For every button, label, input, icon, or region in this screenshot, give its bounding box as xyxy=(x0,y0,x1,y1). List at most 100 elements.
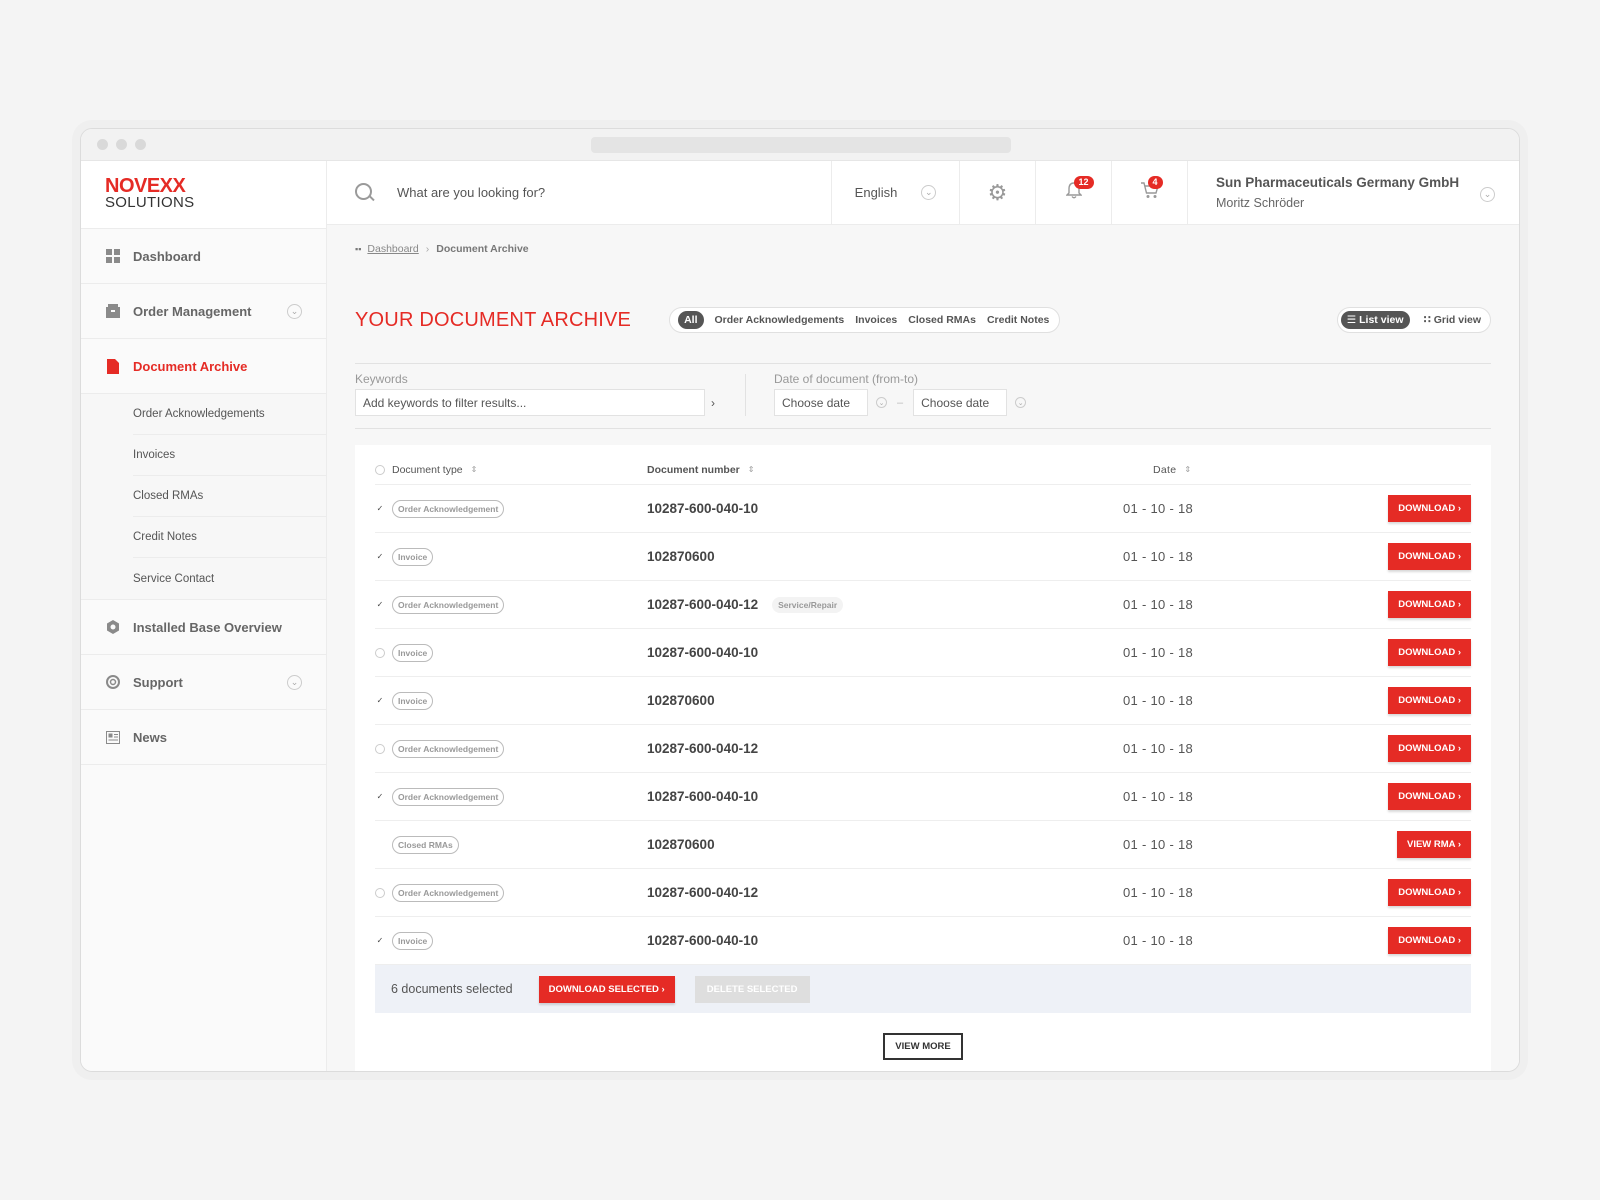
table-row: Closed RMAs 102870600 01 - 10 - 18 VIEW … xyxy=(375,821,1471,869)
novexx-logo[interactable]: NOVEXX SOLUTIONS xyxy=(81,161,326,229)
search-input[interactable] xyxy=(397,185,697,200)
chevron-down-icon[interactable]: ⌄ xyxy=(876,397,887,408)
account-menu[interactable]: Sun Pharmaceuticals Germany GmbH Moritz … xyxy=(1187,161,1519,224)
sidebar-item-dashboard[interactable]: Dashboard xyxy=(81,229,326,284)
keywords-filter: Keywords › xyxy=(355,372,715,416)
notifications-badge: 12 xyxy=(1073,175,1094,189)
column-date: Date xyxy=(1153,463,1177,476)
list-view-button[interactable]: ☰ List view xyxy=(1340,311,1410,329)
language-selector[interactable]: English ⌄ xyxy=(831,161,959,224)
download-button[interactable]: DOWNLOAD › xyxy=(1388,495,1471,522)
row-checkbox[interactable]: ✓ xyxy=(375,552,385,562)
sidebar-item-news[interactable]: News xyxy=(81,710,326,765)
list-view-label: List view xyxy=(1359,314,1404,326)
document-number: 10287-600-040-12 xyxy=(647,597,759,612)
column-document-number: Document number xyxy=(647,463,740,476)
subnav-invoices[interactable]: Invoices xyxy=(133,435,326,476)
download-button[interactable]: DOWNLOAD › xyxy=(1388,639,1471,666)
subnav-credit-notes[interactable]: Credit Notes xyxy=(133,517,326,558)
lifebuoy-icon xyxy=(105,674,121,690)
notifications-button[interactable]: 12 xyxy=(1035,161,1111,224)
search-icon[interactable] xyxy=(355,182,375,203)
date-from-input[interactable]: Choose date xyxy=(774,389,868,416)
document-type-tag: Order Acknowledgement xyxy=(392,739,505,758)
filter-closed-rmas[interactable]: Closed RMAs xyxy=(908,314,976,326)
app: NOVEXX SOLUTIONS Dashboard Order Managem… xyxy=(81,161,1519,1071)
document-number: 10287-600-040-10 xyxy=(647,933,759,948)
sidebar-item-support[interactable]: Support ⌄ xyxy=(81,655,326,710)
download-button[interactable]: DOWNLOAD › xyxy=(1388,927,1471,954)
breadcrumb-current: Document Archive xyxy=(436,243,529,255)
date-filter: Date of document (from-to) Choose date ⌄… xyxy=(774,372,1027,416)
document-type-tag: Order Acknowledgement xyxy=(392,499,505,518)
page-title: YOUR DOCUMENT ARCHIVE xyxy=(355,308,632,331)
chevron-down-icon[interactable]: ⌄ xyxy=(1015,397,1027,408)
subnav-order-acknowledgements[interactable]: Order Acknowledgements xyxy=(133,394,326,435)
chevron-down-icon[interactable]: ⌄ xyxy=(287,674,302,690)
sort-icon[interactable]: ⇕ xyxy=(748,465,755,474)
sort-icon[interactable]: ⇕ xyxy=(1184,465,1191,474)
table-row: ✓ Order Acknowledgement 10287-600-040-10… xyxy=(375,773,1471,821)
row-checkbox[interactable]: ✓ xyxy=(375,600,385,610)
document-icon xyxy=(105,358,121,374)
breadcrumb-dashboard-link[interactable]: Dashboard xyxy=(367,243,418,255)
document-type-tag: Order Acknowledgement xyxy=(392,787,505,806)
document-type-tag: Invoice xyxy=(392,547,434,566)
view-more-button[interactable]: VIEW MORE xyxy=(883,1033,963,1060)
browser-window: NOVEXX SOLUTIONS Dashboard Order Managem… xyxy=(80,128,1520,1072)
maximize-window-dot[interactable] xyxy=(135,139,146,150)
document-date: 01 - 10 - 18 xyxy=(1123,501,1194,516)
keywords-input[interactable] xyxy=(355,389,705,416)
row-checkbox[interactable]: ✓ xyxy=(375,504,385,514)
download-button[interactable]: DOWNLOAD › xyxy=(1388,687,1471,714)
cart-badge: 4 xyxy=(1147,175,1163,189)
download-button[interactable]: DOWNLOAD › xyxy=(1388,591,1471,618)
filter-all[interactable]: All xyxy=(678,311,704,329)
download-selected-button[interactable]: DOWNLOAD SELECTED › xyxy=(538,975,675,1003)
sidebar-item-label: Document Archive xyxy=(133,358,248,374)
close-window-dot[interactable] xyxy=(97,139,108,150)
sidebar-item-label: Support xyxy=(133,674,183,690)
filter-divider xyxy=(745,374,746,416)
row-checkbox[interactable]: ✓ xyxy=(375,792,385,802)
document-date: 01 - 10 - 18 xyxy=(1123,789,1194,804)
download-button[interactable]: DOWNLOAD › xyxy=(1388,735,1471,762)
view-rma-button[interactable]: VIEW RMA › xyxy=(1396,831,1471,858)
table-row: ✓ Invoice 102870600 01 - 10 - 18 DOWNLOA… xyxy=(375,677,1471,725)
chevron-down-icon[interactable]: ⌄ xyxy=(287,303,302,319)
sidebar-item-installed-base-overview[interactable]: Installed Base Overview xyxy=(81,600,326,655)
sidebar-item-order-management[interactable]: Order Management ⌄ xyxy=(81,284,326,339)
row-checkbox[interactable] xyxy=(375,887,385,898)
address-bar[interactable] xyxy=(591,137,1011,153)
row-checkbox[interactable]: ✓ xyxy=(375,696,385,706)
delete-selected-button[interactable]: DELETE SELECTED xyxy=(694,975,810,1003)
date-label: Date of document (from-to) xyxy=(774,372,919,386)
grid-view-button[interactable]: ∷ Grid view xyxy=(1418,311,1488,329)
subnav-closed-rmas[interactable]: Closed RMAs xyxy=(133,476,326,517)
filter-invoices[interactable]: Invoices xyxy=(855,314,897,326)
row-checkbox[interactable]: ✓ xyxy=(375,936,385,946)
download-button[interactable]: DOWNLOAD › xyxy=(1388,543,1471,570)
documents-table: Document type ⇕ Document number ⇕ Date ⇕ xyxy=(355,445,1491,1071)
sidebar-item-document-archive[interactable]: Document Archive xyxy=(81,339,326,394)
select-all-checkbox[interactable] xyxy=(375,464,385,475)
filter-credit-notes[interactable]: Credit Notes xyxy=(987,314,1049,326)
gear-icon xyxy=(105,619,121,635)
sidebar-item-label: Dashboard xyxy=(133,248,201,264)
subnav-service-contact[interactable]: Service Contact xyxy=(133,558,326,599)
download-button[interactable]: DOWNLOAD › xyxy=(1388,783,1471,810)
table-row: Order Acknowledgement 10287-600-040-12 0… xyxy=(375,869,1471,917)
settings-button[interactable]: ⚙ xyxy=(959,161,1035,224)
document-type-tag: Order Acknowledgement xyxy=(392,883,505,902)
browser-titlebar xyxy=(81,129,1519,161)
chevron-right-icon[interactable]: › xyxy=(711,396,715,410)
row-checkbox[interactable] xyxy=(375,647,385,658)
table-row: ✓ Invoice 10287-600-040-10 01 - 10 - 18 … xyxy=(375,917,1471,965)
filter-order-acknowledgements[interactable]: Order Acknowledgements xyxy=(715,314,845,326)
sort-icon[interactable]: ⇕ xyxy=(471,465,478,474)
download-button[interactable]: DOWNLOAD › xyxy=(1388,879,1471,906)
minimize-window-dot[interactable] xyxy=(116,139,127,150)
date-to-input[interactable]: Choose date xyxy=(913,389,1008,416)
row-checkbox[interactable] xyxy=(375,743,385,754)
cart-button[interactable]: 4 xyxy=(1111,161,1187,224)
